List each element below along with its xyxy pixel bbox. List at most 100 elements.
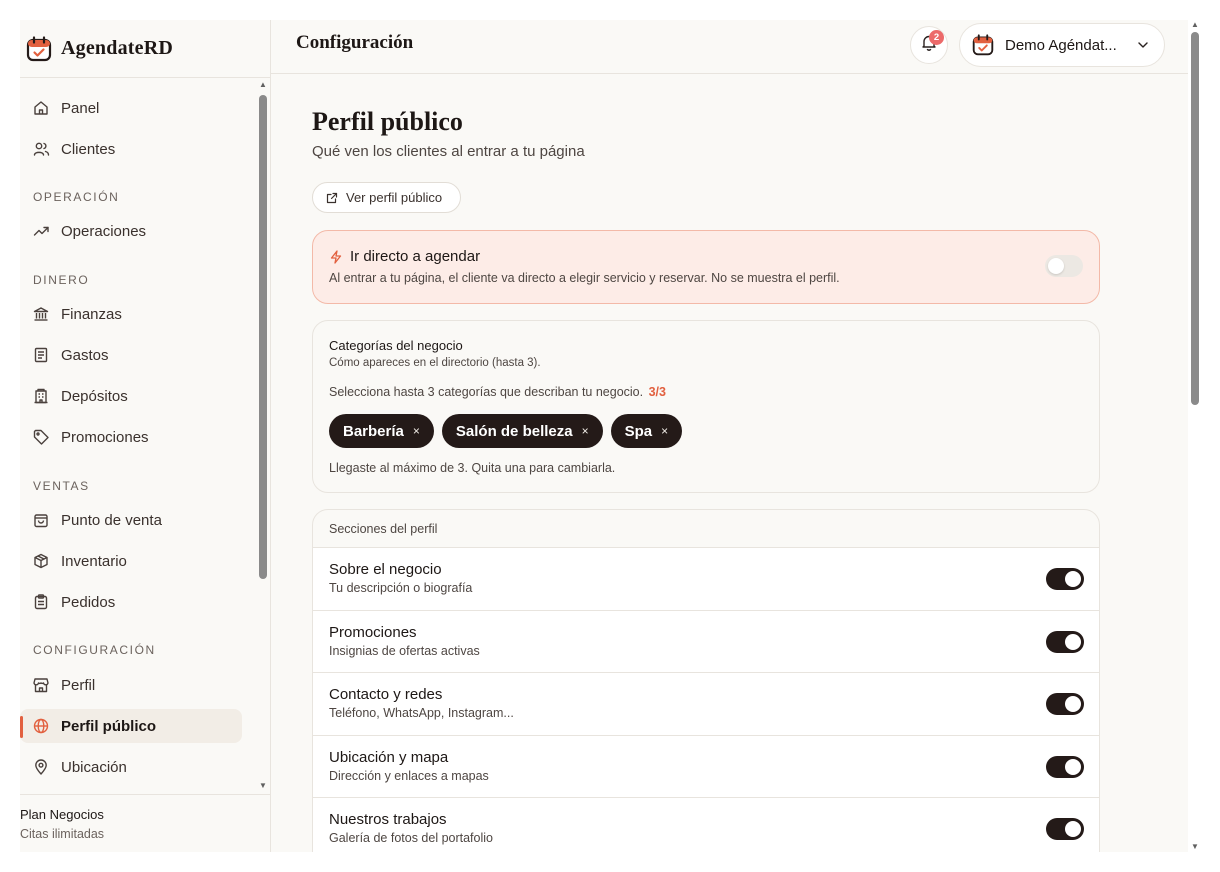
profile-sections-card: Secciones del perfil Sobre el negocio Tu… — [312, 509, 1100, 852]
building-icon — [32, 387, 50, 405]
sidebar-scroll-thumb[interactable] — [259, 95, 267, 579]
account-name: Demo Agéndat... — [1005, 36, 1117, 54]
scroll-down-arrow-icon[interactable]: ▼ — [258, 781, 268, 791]
profile-sections-title: Secciones del perfil — [313, 510, 1099, 548]
main-scrollbar[interactable]: ▲ ▼ — [1188, 20, 1202, 852]
close-icon[interactable]: × — [582, 424, 589, 438]
section-toggle-portfolio[interactable] — [1046, 818, 1084, 840]
map-pin-icon — [32, 758, 50, 776]
calendar-avatar-icon — [972, 34, 994, 56]
sidebar-item-label: Punto de venta — [61, 511, 162, 529]
tag-icon — [32, 428, 50, 446]
close-icon[interactable]: × — [413, 424, 420, 438]
sidebar-item-panel[interactable]: Panel — [20, 91, 242, 125]
sidebar-item-gastos[interactable]: Gastos — [20, 338, 242, 372]
sidebar: AgendateRD Panel Clientes OPERACIÓN Oper… — [20, 20, 271, 852]
sidebar-item-pedidos[interactable]: Pedidos — [20, 585, 242, 619]
account-menu-button[interactable]: Demo Agéndat... — [959, 23, 1165, 67]
sidebar-item-label: Inventario — [61, 552, 127, 570]
category-chip[interactable]: Salón de belleza × — [441, 414, 603, 448]
toggle-knob — [1065, 571, 1081, 587]
notifications-button[interactable]: 2 — [910, 26, 948, 64]
section-heading: Perfil público — [312, 107, 463, 136]
app-window: AgendateRD Panel Clientes OPERACIÓN Oper… — [20, 20, 1188, 852]
categories-card: Categorías del negocio Cómo apareces en … — [312, 320, 1100, 493]
view-public-profile-button[interactable]: Ver perfil público — [312, 182, 461, 213]
notification-badge: 2 — [929, 30, 944, 45]
brand[interactable]: AgendateRD — [20, 20, 270, 78]
section-row-title: Promociones — [329, 623, 417, 641]
main-scroll-thumb[interactable] — [1191, 32, 1199, 405]
section-toggle-location[interactable] — [1046, 755, 1084, 778]
section-row-portfolio: Nuestros trabajos Galería de fotos del p… — [313, 798, 1099, 852]
section-row-location: Ubicación y mapa Dirección y enlaces a m… — [313, 735, 1099, 798]
categories-instruction: Selecciona hasta 3 categorías que descri… — [329, 385, 666, 399]
active-indicator — [20, 716, 23, 738]
section-row-contact: Contacto y redes Teléfono, WhatsApp, Ins… — [313, 673, 1099, 736]
sidebar-item-label: Operaciones — [61, 222, 147, 240]
category-chip[interactable]: Spa × — [610, 414, 683, 448]
sidebar-item-depositos[interactable]: Depósitos — [20, 379, 242, 413]
direct-booking-title: Ir directo a agendar — [329, 248, 480, 265]
section-subheading: Qué ven los clientes al entrar a tu pági… — [312, 143, 585, 160]
lightning-icon — [329, 249, 343, 264]
section-toggle-contact[interactable] — [1046, 693, 1084, 715]
sidebar-item-label: Pedidos — [61, 593, 116, 611]
page-title: Configuración — [296, 32, 414, 53]
external-link-icon — [326, 192, 338, 204]
home-icon — [32, 99, 50, 117]
package-icon — [32, 552, 50, 570]
section-row-subtitle: Galería de fotos del portafolio — [329, 831, 493, 845]
categories-title: Categorías del negocio — [329, 338, 463, 353]
sidebar-item-finanzas[interactable]: Finanzas — [20, 297, 242, 331]
scroll-up-arrow-icon[interactable]: ▲ — [1190, 20, 1200, 30]
scroll-up-arrow-icon[interactable]: ▲ — [258, 80, 268, 90]
sidebar-item-label: Promociones — [61, 428, 149, 446]
toggle-knob — [1065, 633, 1081, 650]
categories-subtitle: Cómo apareces en el directorio (hasta 3)… — [329, 357, 541, 369]
section-toggle-about[interactable] — [1046, 568, 1084, 590]
sidebar-item-clientes[interactable]: Clientes — [20, 132, 242, 166]
sidebar-item-label: Perfil público — [61, 717, 157, 735]
categories-instruction-text: Selecciona hasta 3 categorías que descri… — [329, 385, 644, 399]
topbar: Configuración 2 Demo Agéndat... — [271, 20, 1188, 74]
scroll-down-arrow-icon[interactable]: ▼ — [1190, 842, 1200, 852]
sidebar-item-punto-de-venta[interactable]: Punto de venta — [20, 503, 242, 537]
sidebar-item-perfil[interactable]: Perfil — [20, 668, 242, 702]
clipboard-icon — [32, 593, 50, 611]
toggle-knob — [1065, 758, 1081, 775]
section-row-subtitle: Tu descripción o biografía — [329, 581, 473, 595]
nav-section-operacion: OPERACIÓN — [33, 190, 120, 204]
section-row-title: Nuestros trabajos — [329, 811, 447, 828]
section-row-subtitle: Teléfono, WhatsApp, Instagram... — [329, 706, 514, 720]
sidebar-item-label: Depósitos — [61, 387, 128, 405]
sidebar-item-operaciones[interactable]: Operaciones — [20, 214, 242, 248]
toggle-knob — [1065, 696, 1081, 712]
toggle-knob — [1065, 821, 1081, 837]
users-icon — [32, 140, 50, 158]
sidebar-scrollbar[interactable]: ▲ ▼ — [258, 78, 270, 794]
sidebar-item-label: Perfil — [61, 676, 96, 694]
section-row-title: Ubicación y mapa — [329, 748, 449, 766]
plan-info: Plan Negocios Citas ilimitadas — [20, 794, 270, 852]
category-chip-label: Spa — [624, 422, 653, 440]
plan-name: Plan Negocios — [20, 807, 104, 822]
sidebar-item-inventario[interactable]: Inventario — [20, 544, 242, 578]
toggle-knob — [1048, 258, 1064, 274]
receipt-icon — [32, 346, 50, 364]
close-icon[interactable]: × — [661, 424, 668, 438]
sidebar-item-ubicacion[interactable]: Ubicación — [20, 750, 242, 784]
bank-icon — [32, 305, 50, 323]
plan-subtitle: Citas ilimitadas — [20, 827, 105, 841]
direct-booking-toggle[interactable] — [1045, 255, 1083, 277]
section-row-subtitle: Dirección y enlaces a mapas — [329, 768, 489, 783]
trending-up-icon — [32, 222, 50, 240]
section-row-title: Contacto y redes — [329, 686, 443, 703]
shopping-bag-icon — [32, 511, 50, 529]
category-chip-label: Barbería — [343, 422, 404, 440]
section-toggle-promotions[interactable] — [1046, 630, 1084, 653]
sidebar-item-perfil-publico[interactable]: Perfil público — [20, 709, 242, 743]
category-chip[interactable]: Barbería × — [329, 414, 434, 448]
globe-icon — [32, 717, 50, 735]
sidebar-item-promociones[interactable]: Promociones — [20, 420, 242, 454]
